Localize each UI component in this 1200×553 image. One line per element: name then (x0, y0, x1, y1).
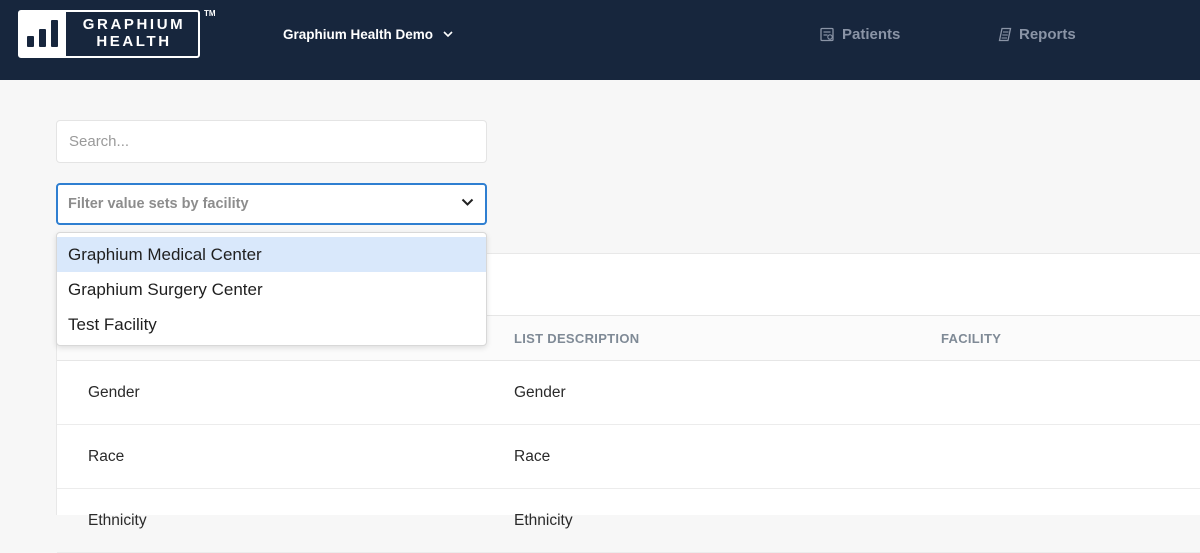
reports-icon (998, 27, 1012, 42)
option-graphium-surgery-center[interactable]: Graphium Surgery Center (57, 272, 486, 307)
row-name: Gender (88, 384, 140, 401)
row-description: Gender (514, 384, 566, 401)
graphium-health-logo[interactable]: GRAPHIUM HEALTH (18, 10, 200, 58)
column-header-list-description[interactable]: LIST DESCRIPTION (514, 331, 639, 346)
facility-filter-select[interactable]: Filter value sets by facility (56, 183, 487, 225)
nav-patients[interactable]: Patients (820, 26, 900, 43)
table-row[interactable]: Race Race (57, 425, 1200, 489)
trademark-symbol: TM (204, 9, 216, 18)
row-description: Race (514, 448, 551, 465)
row-name: Race (88, 448, 125, 465)
nav-reports-label: Reports (1019, 26, 1076, 43)
logo-text: GRAPHIUM HEALTH (76, 16, 192, 50)
facility-dropdown-menu: Graphium Medical Center Graphium Surgery… (56, 232, 487, 346)
column-header-facility[interactable]: FACILITY (941, 331, 1001, 346)
patients-list-icon (820, 27, 834, 42)
table-row[interactable]: Ethnicity Ethnicity (57, 489, 1200, 553)
table-row[interactable]: Gender Gender (57, 361, 1200, 425)
chevron-down-icon (443, 31, 453, 38)
organization-name: Graphium Health Demo (283, 27, 434, 42)
top-navbar: GRAPHIUM HEALTH TM Graphium Health Demo … (0, 0, 1200, 80)
option-test-facility[interactable]: Test Facility (57, 307, 486, 342)
facility-filter-placeholder: Filter value sets by facility (68, 196, 249, 212)
nav-patients-label: Patients (842, 26, 901, 43)
bar-chart-logo-icon (20, 12, 66, 56)
search-input[interactable] (56, 120, 487, 163)
nav-reports[interactable]: Reports (998, 26, 1076, 43)
chevron-down-icon[interactable] (461, 198, 474, 207)
logo-line1: GRAPHIUM (82, 16, 186, 33)
logo-line2: HEALTH (96, 33, 172, 50)
organization-selector[interactable]: Graphium Health Demo (283, 27, 453, 42)
option-graphium-medical-center[interactable]: Graphium Medical Center (57, 237, 486, 272)
